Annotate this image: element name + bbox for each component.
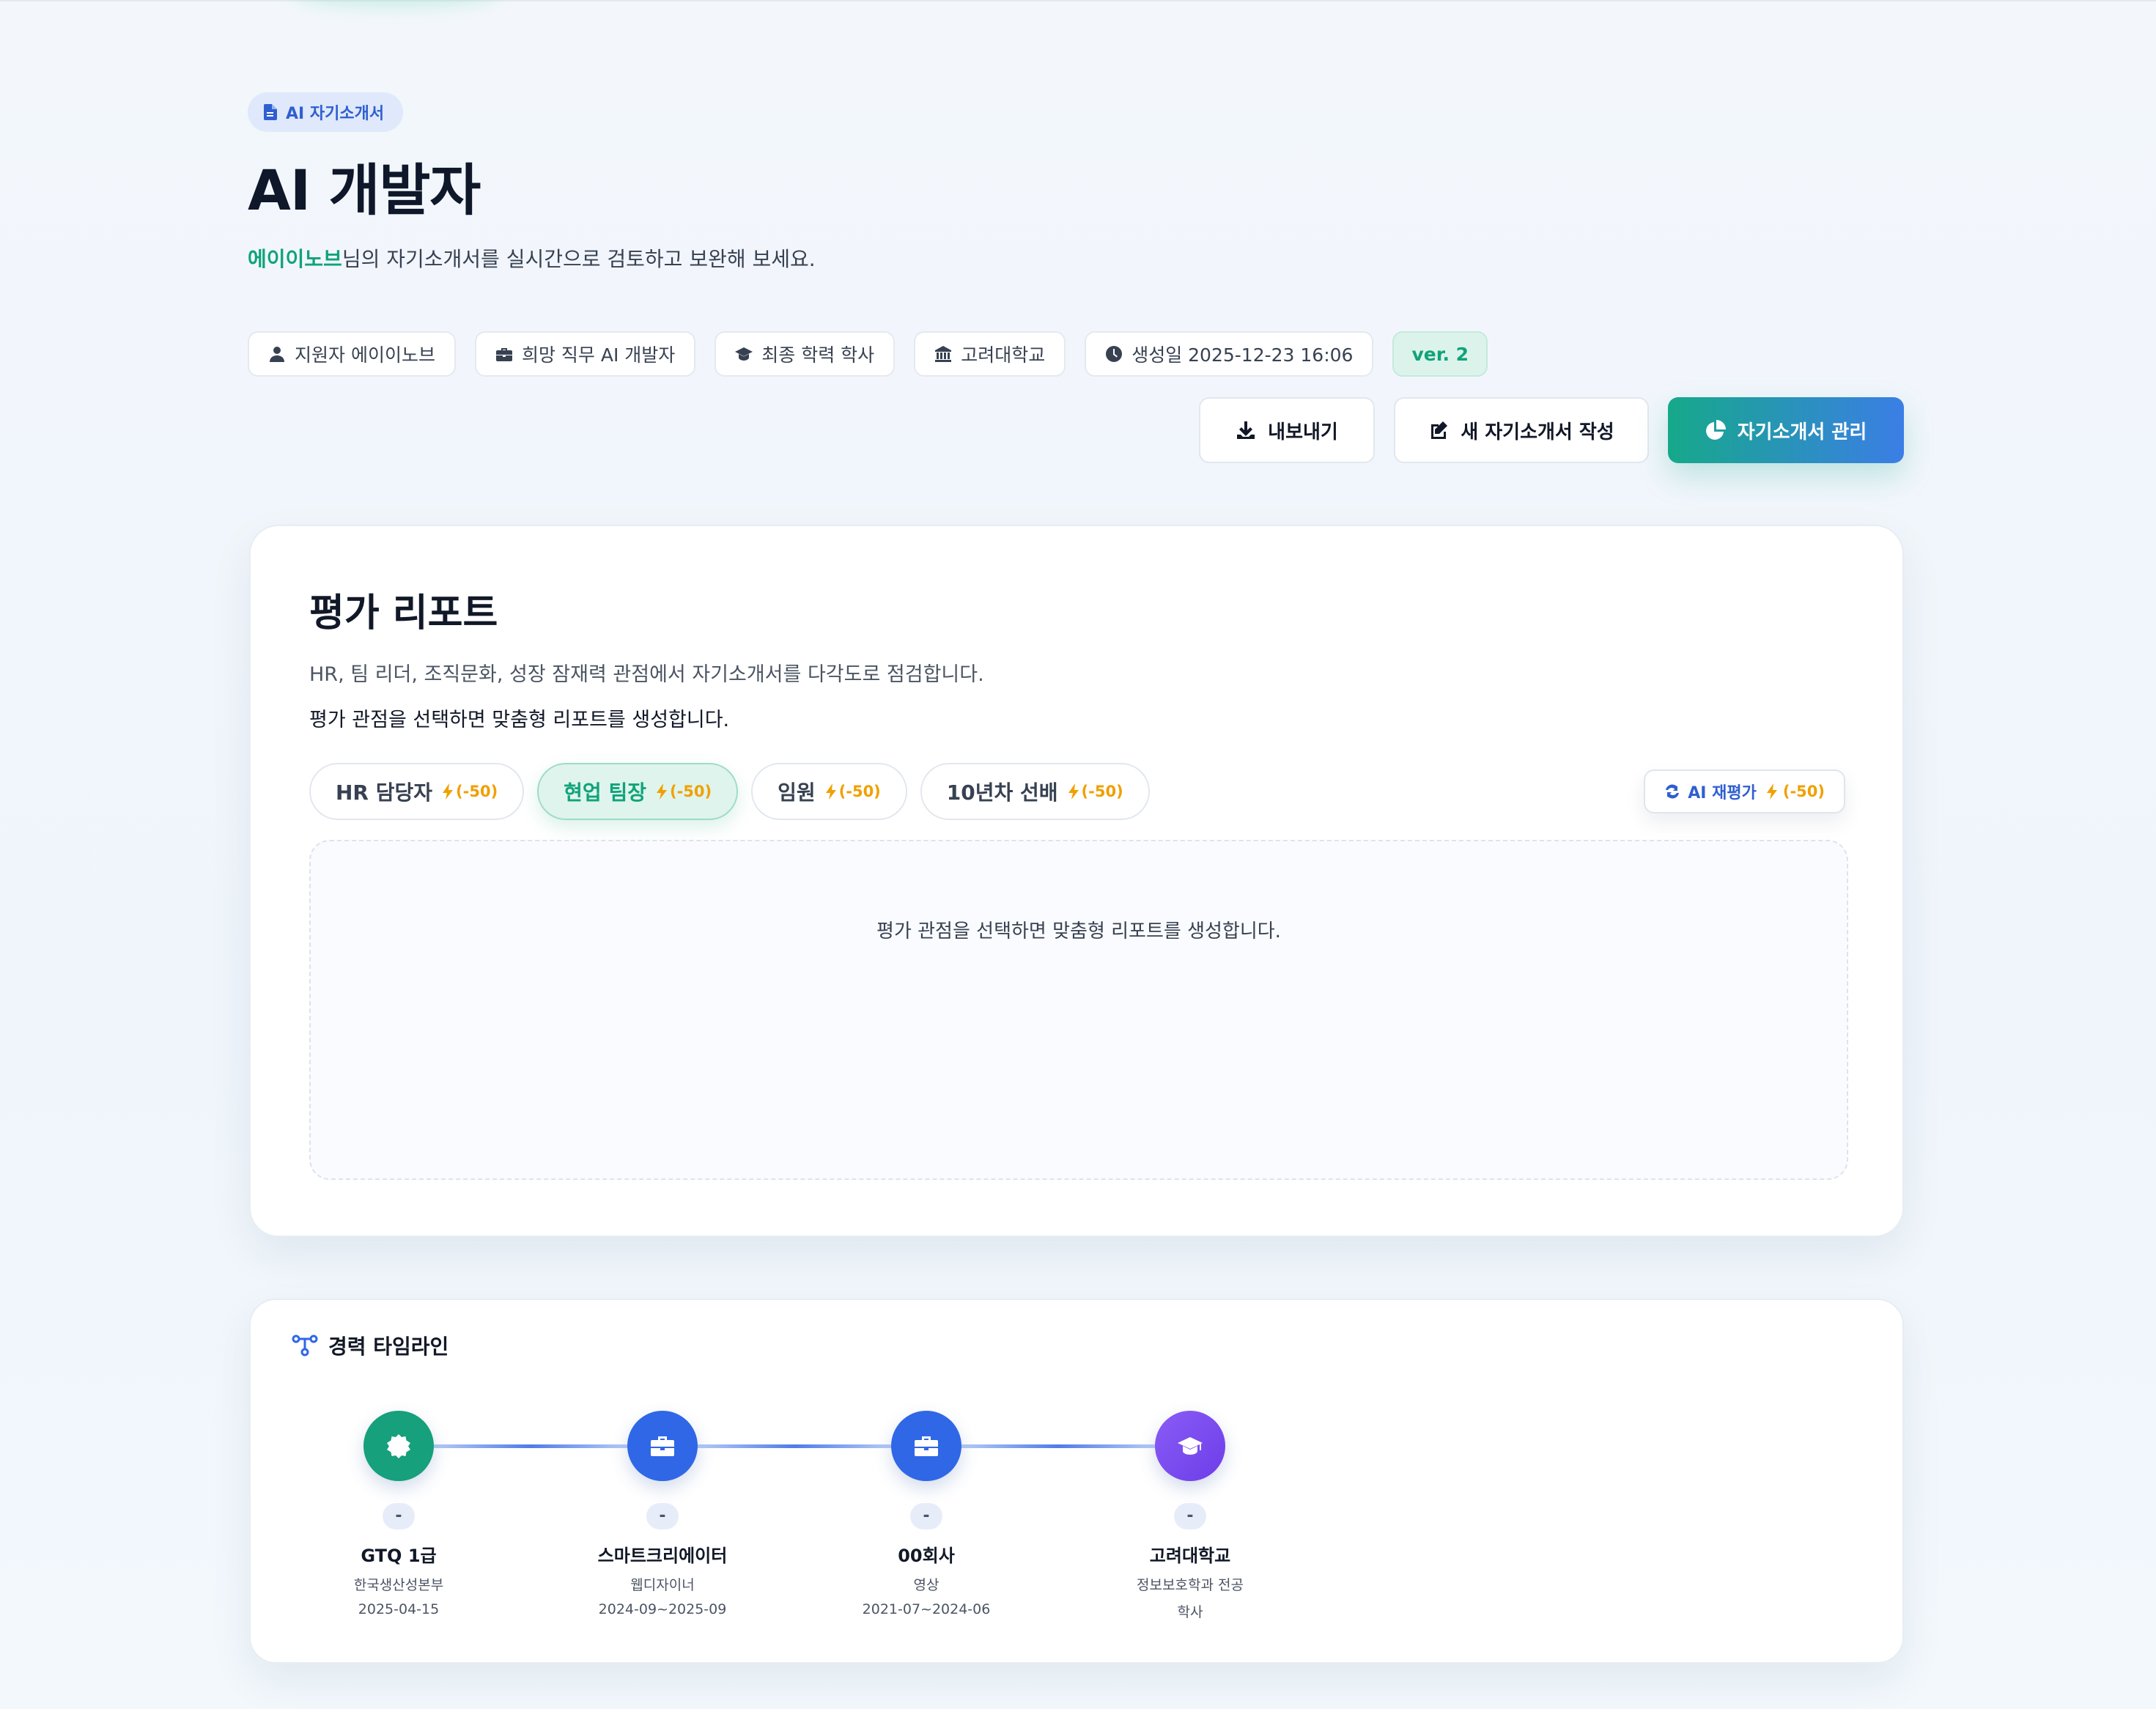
- lightning-icon: [656, 783, 667, 800]
- new-cover-letter-button[interactable]: 새 자기소개서 작성: [1394, 397, 1649, 463]
- timeline-header: 경력 타임라인: [292, 1331, 448, 1360]
- briefcase-icon: [627, 1411, 698, 1481]
- timeline-item-period: 2024-09~2025-09: [598, 1601, 727, 1617]
- applicant-label: 지원자 에이이노브: [295, 344, 435, 366]
- tab-label: HR 담당자: [336, 780, 433, 805]
- report-title: 평가 리포트: [309, 591, 498, 635]
- evaluation-report-card: 평가 리포트 HR, 팀 리더, 조직문화, 성장 잠재력 관점에서 자기소개서…: [249, 525, 1904, 1237]
- report-hint: 평가 관점을 선택하면 맞춤형 리포트를 생성합니다.: [309, 709, 730, 731]
- tab-hr-manager[interactable]: HR 담당자 (-50): [309, 763, 525, 820]
- report-content-area: 평가 관점을 선택하면 맞춤형 리포트를 생성합니다.: [309, 840, 1848, 1180]
- briefcase-icon: [495, 348, 512, 361]
- export-button-label: 내보내기: [1268, 421, 1338, 443]
- evaluator-tabs: HR 담당자 (-50) 현업 팀장 (-50) 임원 (-50) 10년차 선…: [309, 763, 1150, 820]
- timeline-item-name: 스마트크리에이터: [597, 1546, 728, 1566]
- report-description: HR, 팀 리더, 조직문화, 성장 잠재력 관점에서 자기소개서를 다각도로 …: [309, 663, 984, 686]
- timeline-item-period: 2021-07~2024-06: [862, 1601, 991, 1617]
- category-badge-label: AI 자기소개서: [286, 105, 385, 123]
- timeline-item-sub: 웹디자이너: [630, 1577, 695, 1593]
- lightning-icon: [1766, 783, 1777, 800]
- credit-cost-value: (-50): [1782, 783, 1825, 800]
- pie-chart-icon: [1705, 420, 1726, 440]
- download-icon: [1237, 421, 1255, 439]
- page-title: AI 개발자: [248, 158, 481, 223]
- tab-team-lead[interactable]: 현업 팀장 (-50): [537, 763, 739, 820]
- credit-cost: (-50): [1764, 783, 1825, 800]
- tab-label: 10년차 선배: [946, 780, 1058, 805]
- version-badge: ver. 2: [1392, 331, 1488, 377]
- lightning-icon: [825, 783, 836, 800]
- reevaluate-label: AI 재평가: [1688, 784, 1757, 802]
- timeline-item-name: 고려대학교: [1149, 1546, 1231, 1566]
- credit-cost-value: (-50): [1081, 783, 1123, 800]
- education-chip: 최종 학력 학사: [715, 331, 896, 377]
- credit-cost: (-50): [825, 783, 881, 800]
- timeline-date: -: [910, 1503, 942, 1529]
- applicant-chip: 지원자 에이이노브: [248, 331, 456, 377]
- user-icon: [270, 347, 284, 362]
- timeline-title: 경력 타임라인: [328, 1335, 449, 1359]
- credit-cost: (-50): [1068, 783, 1123, 800]
- manage-cover-letters-button[interactable]: 자기소개서 관리: [1668, 397, 1904, 463]
- lightning-icon: [1068, 783, 1079, 800]
- graduation-cap-icon: [1155, 1411, 1225, 1481]
- page-subtitle: 에이이노브님의 자기소개서를 실시간으로 검토하고 보완해 보세요.: [248, 245, 1904, 274]
- ai-reevaluate-button[interactable]: AI 재평가 (-50): [1644, 769, 1845, 813]
- timeline-item-period: 학사: [1177, 1604, 1203, 1620]
- report-placeholder: 평가 관점을 선택하면 맞춤형 리포트를 생성합니다.: [876, 920, 1281, 942]
- certificate-icon: [363, 1411, 434, 1481]
- subtitle-text: 님의 자기소개서를 실시간으로 검토하고 보완해 보세요.: [342, 247, 816, 271]
- credit-cost: (-50): [443, 783, 498, 800]
- header-actions: 내보내기 새 자기소개서 작성 자기소개서 관리: [1199, 397, 1904, 463]
- timeline-item-sub: 정보보호학과 전공: [1137, 1577, 1244, 1593]
- timeline-item[interactable]: - GTQ 1급 한국생산성본부 2025-04-15: [267, 1411, 531, 1617]
- education-label: 최종 학력 학사: [761, 344, 875, 366]
- timeline-item[interactable]: - 스마트크리에이터 웹디자이너 2024-09~2025-09: [531, 1411, 794, 1617]
- created-date-chip: 생성일 2025-12-23 16:06: [1085, 331, 1374, 377]
- user-name: 에이이노브: [248, 247, 342, 271]
- briefcase-icon: [891, 1411, 961, 1481]
- tab-senior-colleague[interactable]: 10년차 선배 (-50): [920, 763, 1150, 820]
- credit-cost: (-50): [656, 783, 712, 800]
- school-chip: 고려대학교: [914, 331, 1066, 377]
- clock-icon: [1106, 346, 1123, 362]
- created-date-label: 생성일 2025-12-23 16:06: [1131, 344, 1354, 366]
- credit-cost-value: (-50): [838, 783, 881, 800]
- decorative-glow: [293, 0, 498, 7]
- category-badge: AI 자기소개서: [248, 92, 404, 132]
- lightning-icon: [443, 783, 454, 800]
- timeline-date: -: [646, 1503, 679, 1529]
- timeline-item[interactable]: - 고려대학교 정보보호학과 전공 학사: [1058, 1411, 1322, 1621]
- school-label: 고려대학교: [961, 344, 1046, 366]
- job-chip: 희망 직무 AI 개발자: [474, 331, 696, 377]
- info-chips: 지원자 에이이노브 희망 직무 AI 개발자 최종 학력 학사 고려대학교 생성…: [248, 331, 1488, 377]
- tab-executive[interactable]: 임원 (-50): [751, 763, 907, 820]
- job-label: 희망 직무 AI 개발자: [521, 344, 676, 366]
- timeline-item-sub: 영상: [913, 1577, 939, 1593]
- manage-cover-letters-label: 자기소개서 관리: [1737, 421, 1867, 443]
- tab-label: 임원: [778, 780, 816, 805]
- credit-cost-value: (-50): [456, 783, 498, 800]
- career-timeline-card: 경력 타임라인 - GTQ 1급 한국생산성본부 2025-04-15 - 스마…: [249, 1299, 1904, 1664]
- timeline-icon: [292, 1335, 318, 1357]
- timeline-date: -: [383, 1503, 415, 1529]
- timeline-item-period: 2025-04-15: [358, 1601, 440, 1617]
- edit-icon: [1431, 421, 1448, 439]
- credit-cost-value: (-50): [669, 783, 712, 800]
- refresh-icon: [1666, 784, 1680, 799]
- timeline-date: -: [1174, 1503, 1206, 1529]
- timeline-item-sub: 한국생산성본부: [353, 1577, 444, 1593]
- document-icon: [264, 104, 277, 120]
- timeline-item-name: GTQ 1급: [361, 1546, 437, 1566]
- timeline-item[interactable]: - 00회사 영상 2021-07~2024-06: [794, 1411, 1058, 1617]
- tab-label: 현업 팀장: [564, 780, 646, 805]
- institution-icon: [935, 346, 952, 362]
- new-cover-letter-label: 새 자기소개서 작성: [1461, 421, 1614, 443]
- graduation-cap-icon: [735, 347, 753, 361]
- page-header: AI 자기소개서 AI 개발자 에이이노브님의 자기소개서를 실시간으로 검토하…: [248, 92, 1904, 463]
- export-button[interactable]: 내보내기: [1199, 397, 1375, 463]
- timeline-item-name: 00회사: [898, 1546, 955, 1566]
